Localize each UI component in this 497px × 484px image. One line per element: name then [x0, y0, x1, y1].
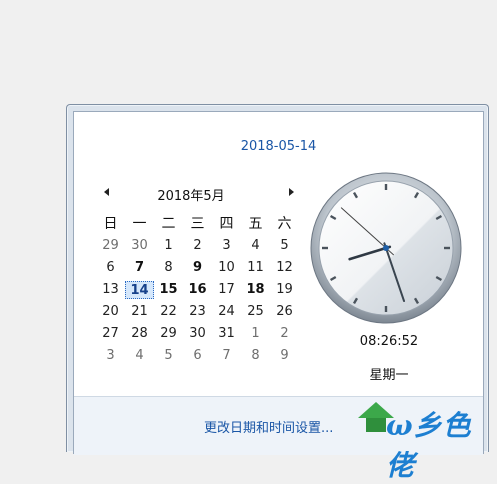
weekday-header: 日 — [103, 216, 118, 232]
calendar-week-row: 13 14 15 16 17 18 19 — [96, 279, 299, 301]
calendar-week-row: 20 21 22 23 24 25 26 — [96, 301, 299, 323]
calendar-week-row: 29 30 1 2 3 4 5 — [96, 235, 299, 257]
calendar-week-row: 6 7 8 9 10 11 12 — [96, 257, 299, 279]
weekday-header: 六 — [277, 216, 292, 232]
calendar-day[interactable]: 7 — [125, 259, 154, 277]
calendar-day[interactable]: 7 — [212, 347, 241, 365]
calendar-day[interactable]: 20 — [96, 303, 125, 321]
weekday-label: 星期一 — [369, 368, 409, 383]
calendar-day[interactable]: 10 — [212, 259, 241, 277]
calendar-grid: 日一二三四五六 29 30 1 2 3 4 5 6 7 8 9 10 11 12 13 14 15 16 17 18 19… — [96, 213, 299, 367]
weekday-header: 四 — [219, 216, 234, 232]
calendar-day[interactable]: 5 — [154, 347, 183, 365]
calendar-day[interactable]: 8 — [241, 347, 270, 365]
month-navigation: 2018年5月 — [96, 184, 296, 204]
calendar-day[interactable]: 18 — [241, 281, 270, 299]
digital-time: 08:26:52 — [359, 334, 419, 349]
calendar-day-today[interactable]: 14 — [125, 281, 154, 299]
calendar-day[interactable]: 15 — [154, 281, 183, 299]
calendar-day[interactable]: 6 — [183, 347, 212, 365]
weekday-header-row: 日一二三四五六 — [96, 213, 299, 235]
calendar-day[interactable]: 12 — [270, 259, 299, 277]
calendar-day[interactable]: 3 — [96, 347, 125, 365]
weekday-header: 一 — [132, 216, 147, 232]
calendar-day[interactable]: 25 — [241, 303, 270, 321]
calendar-day[interactable]: 24 — [212, 303, 241, 321]
calendar-day[interactable]: 26 — [270, 303, 299, 321]
calendar-day[interactable]: 8 — [154, 259, 183, 277]
calendar-day[interactable]: 4 — [241, 237, 270, 255]
calendar-day[interactable]: 30 — [125, 237, 154, 255]
weekday-header: 五 — [248, 216, 263, 232]
calendar-day[interactable]: 2 — [270, 325, 299, 343]
current-date-link[interactable]: 2018-05-14 — [74, 139, 483, 154]
calendar-day[interactable]: 28 — [125, 325, 154, 343]
calendar-day[interactable]: 4 — [125, 347, 154, 365]
calendar-day[interactable]: 5 — [270, 237, 299, 255]
chevron-left-icon[interactable] — [104, 188, 109, 196]
calendar-day[interactable]: 22 — [154, 303, 183, 321]
calendar-day[interactable]: 21 — [125, 303, 154, 321]
calendar-day[interactable]: 29 — [154, 325, 183, 343]
calendar-day[interactable]: 31 — [212, 325, 241, 343]
calendar-day[interactable]: 1 — [241, 325, 270, 343]
change-datetime-settings-link[interactable]: 更改日期和时间设置... — [204, 417, 333, 436]
weekday-header: 二 — [161, 216, 176, 232]
calendar-day[interactable]: 16 — [183, 281, 212, 299]
chevron-right-icon[interactable] — [289, 188, 294, 196]
calendar-day[interactable]: 29 — [96, 237, 125, 255]
calendar-day[interactable]: 23 — [183, 303, 212, 321]
calendar-day[interactable]: 11 — [241, 259, 270, 277]
analog-clock — [310, 172, 462, 324]
calendar-day[interactable]: 19 — [270, 281, 299, 299]
clock-center — [383, 245, 389, 251]
calendar-day[interactable]: 30 — [183, 325, 212, 343]
calendar-day[interactable]: 9 — [183, 259, 212, 277]
calendar-day[interactable]: 2 — [183, 237, 212, 255]
calendar-day[interactable]: 13 — [96, 281, 125, 299]
calendar-day[interactable]: 3 — [212, 237, 241, 255]
watermark-logo: ω乡色佬 — [352, 396, 492, 482]
calendar-day[interactable]: 17 — [212, 281, 241, 299]
calendar-day[interactable]: 1 — [154, 237, 183, 255]
month-title[interactable]: 2018年5月 — [136, 185, 246, 204]
calendar-day[interactable]: 9 — [270, 347, 299, 365]
calendar-week-row: 3456789 — [96, 345, 299, 367]
weekday-header: 三 — [190, 216, 205, 232]
watermark-text: ω乡色佬 — [386, 409, 472, 482]
calendar-week-row: 27 28 29 30 31 1 2 — [96, 323, 299, 345]
calendar-day[interactable]: 6 — [96, 259, 125, 277]
clock-face — [310, 172, 462, 324]
calendar-day[interactable]: 27 — [96, 325, 125, 343]
